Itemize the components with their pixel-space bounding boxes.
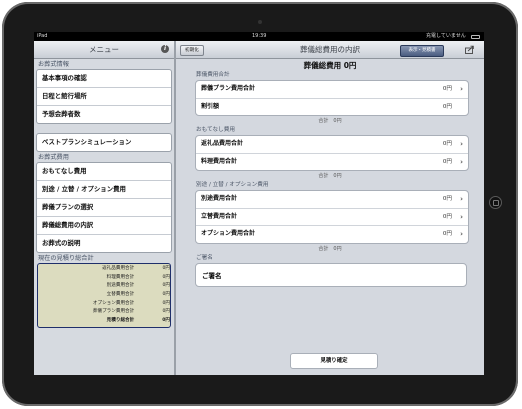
sidebar-item-basic[interactable]: 基本事項の確認 <box>37 70 171 88</box>
group-label: 別途 / 立替 / オプション費用 <box>196 182 269 188</box>
sidebar-item-plan-select[interactable]: 葬儀プランの選択 <box>37 199 171 217</box>
funeral-cost-group: 葬儀プラン費用合計 0円 › 割引額 0円 <box>195 80 469 116</box>
sidebar-group-costs: おもてなし費用 別途 / 立替 / オプション費用 葬儀プランの選択 葬儀総費用… <box>36 162 172 253</box>
chevron-right-icon: › <box>460 230 463 238</box>
share-icon[interactable] <box>465 45 475 54</box>
advance-cost-row[interactable]: 立替費用合計 0円 › <box>196 209 468 226</box>
subtotal: 合計 0円 <box>318 173 342 179</box>
section-label: お葬式費用 <box>38 154 69 161</box>
subtotal: 合計 0円 <box>318 118 342 124</box>
sidebar-item-explanation[interactable]: お葬式の説明 <box>37 235 171 252</box>
extra-cost-group: 別途費用合計 0円 › 立替費用合計 0円 › オプション費用合計 0円 › <box>195 190 469 244</box>
estimate-row: 料理費用合計 0円 <box>106 274 170 280</box>
sidebar-item-best-plan[interactable]: ベストプランシミュレーション <box>37 134 171 151</box>
estimate-row: 立替費用合計 0円 <box>106 292 170 298</box>
sidebar-title: メニュー <box>89 45 119 54</box>
estimate-row: 別途費用合計 0円 <box>106 283 170 289</box>
status-bar: iPad 19:39 充電していません <box>34 32 484 41</box>
group-label: おもてなし費用 <box>196 127 235 133</box>
main-header: 初期化 葬儀総費用の内訳 表示・見積書 <box>176 41 484 59</box>
estimate-row: 返礼品費用合計 0円 <box>102 266 170 271</box>
return-gift-row[interactable]: 返礼品費用合計 0円 › <box>196 136 468 154</box>
group-label: 葬儀費用合計 <box>196 72 230 78</box>
sidebar-item-attendees[interactable]: 予想会葬者数 <box>37 106 171 123</box>
confirm-estimate-button[interactable]: 見積り確定 <box>290 353 378 369</box>
chevron-right-icon: › <box>460 140 463 148</box>
home-button[interactable] <box>489 196 502 209</box>
sidebar: メニュー i お葬式情報 基本事項の確認 日程と館行場所 予想会葬者数 ベストプ… <box>34 41 176 375</box>
device-label: iPad <box>37 33 48 39</box>
info-icon[interactable]: i <box>161 45 169 53</box>
sidebar-item-breakdown[interactable]: 葬儀総費用の内訳 <box>37 217 171 235</box>
sidebar-item-extra[interactable]: 別途 / 立替 / オプション費用 <box>37 181 171 199</box>
sidebar-item-schedule[interactable]: 日程と館行場所 <box>37 88 171 106</box>
hospitality-group: 返礼品費用合計 0円 › 料理費用合計 0円 › <box>195 135 469 171</box>
chevron-right-icon: › <box>460 195 463 203</box>
meal-cost-row[interactable]: 料理費用合計 0円 › <box>196 154 468 171</box>
camera-icon <box>258 20 262 24</box>
signature-field[interactable]: ご署名 <box>195 262 467 287</box>
plan-cost-row[interactable]: 葬儀プラン費用合計 0円 › <box>196 81 468 99</box>
sidebar-group-simulation: ベストプランシミュレーション <box>36 133 172 152</box>
screen: iPad 19:39 充電していません メニュー i お葬式情報 基本事項の確認… <box>34 32 484 375</box>
chevron-right-icon: › <box>460 85 463 93</box>
clock: 19:39 <box>252 33 267 39</box>
estimate-total-row: 見積り総合計 0円 <box>106 318 170 324</box>
section-label: お葬式情報 <box>38 61 69 68</box>
estimate-row: 葬儀プラン費用合計 0円 <box>92 309 170 315</box>
grand-total: 葬儀総費用 0円 <box>303 61 357 70</box>
estimate-summary: 返礼品費用合計 0円 料理費用合計 0円 別途費用合計 0円 立替費用合計 0円 オプシ… <box>37 263 171 328</box>
sidebar-header: メニュー i <box>34 41 174 59</box>
chevron-right-icon: › <box>460 157 463 166</box>
sidebar-item-hospitality[interactable]: おもてなし費用 <box>37 163 171 181</box>
group-label: ご署名 <box>196 254 213 261</box>
battery-icon <box>471 34 480 39</box>
sidebar-group-info: 基本事項の確認 日程と館行場所 予想会葬者数 <box>36 69 172 124</box>
battery-status: 充電していません <box>426 33 466 39</box>
separate-cost-row[interactable]: 別途費用合計 0円 › <box>196 191 468 209</box>
section-label: 現在の見積り総合計 <box>38 255 94 262</box>
option-cost-row[interactable]: オプション費用合計 0円 › <box>196 226 468 243</box>
subtotal: 合計 0円 <box>318 245 342 252</box>
estimate-row: オプション費用合計 0円 <box>92 300 170 306</box>
main-panel: 初期化 葬儀総費用の内訳 表示・見積書 葬儀総費用 0円 葬儀費用合計 葬儀プラ… <box>176 41 484 375</box>
chevron-right-icon: › <box>460 212 463 221</box>
quote-view-button[interactable]: 表示・見積書 <box>400 44 444 57</box>
discount-row: 割引額 0円 <box>201 102 452 110</box>
